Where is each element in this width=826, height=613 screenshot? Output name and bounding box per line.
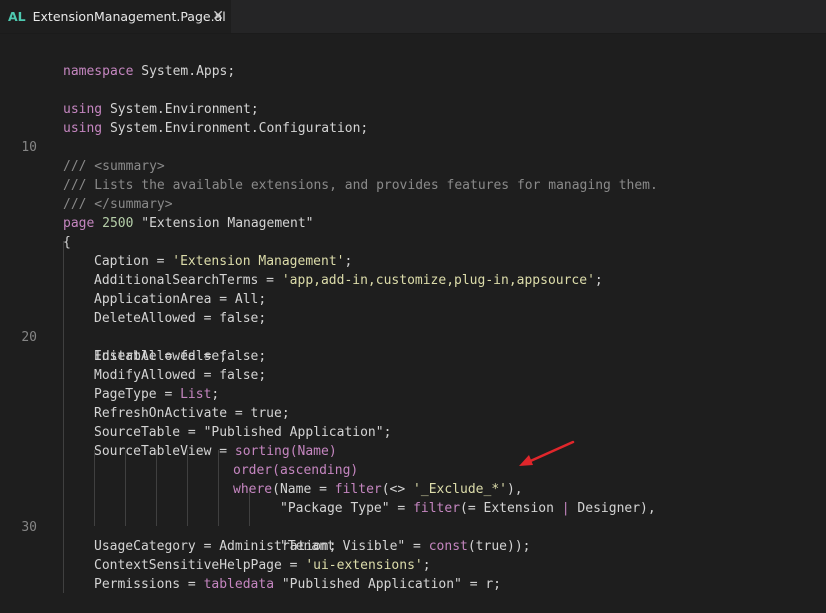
annotation-arrow-icon	[519, 440, 575, 466]
